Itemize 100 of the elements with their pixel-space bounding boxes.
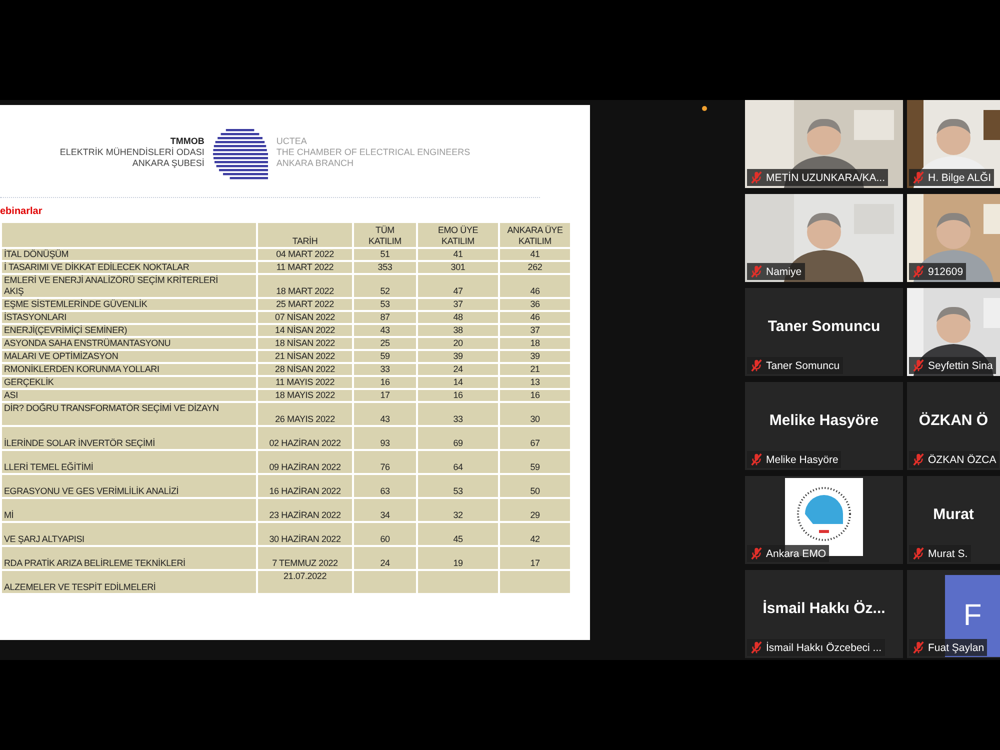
header-cell: EMO ÜYE KATILIM (417, 222, 499, 248)
table-cell: ASI (1, 389, 257, 402)
table-cell: 30 HAZİRAN 2022 (257, 522, 353, 546)
table-cell: 87 (353, 311, 417, 324)
table-cell: 52 (353, 274, 417, 298)
participant-tile[interactable]: Melike Hasyöre Melike Hasyöre (745, 382, 903, 470)
table-cell: 09 HAZİRAN 2022 (257, 450, 353, 474)
participant-tile[interactable]: Murat Murat S. (907, 476, 1000, 564)
participant-tile[interactable]: İsmail Hakkı Öz... İsmail Hakkı Özcebeci ... (745, 570, 903, 658)
table-cell: 39 (417, 350, 499, 363)
table-cell: RMONİKLERDEN KORUNMA YOLLARI (1, 363, 257, 376)
table-cell (353, 570, 417, 594)
participant-name: Murat (933, 506, 974, 522)
participant-tile[interactable]: Namiye (745, 194, 903, 282)
table-cell: 13 (499, 376, 571, 389)
table-cell: 76 (353, 450, 417, 474)
table-cell: 16 HAZİRAN 2022 (257, 474, 353, 498)
participant-name: Taner Somuncu (766, 360, 840, 372)
table-cell: 18 NİSAN 2022 (257, 337, 353, 350)
table-cell: 59 (499, 450, 571, 474)
table-cell: 30 (499, 402, 571, 426)
table-cell: 14 NİSAN 2022 (257, 324, 353, 337)
table-cell: 39 (499, 350, 571, 363)
participant-tile[interactable]: METİN UZUNKARA/KA... (745, 100, 903, 188)
table-cell: 07 NİSAN 2022 (257, 311, 353, 324)
header-cell: TÜM KATILIM (353, 222, 417, 248)
table-cell: LLERİ TEMEL EĞİTİMİ (1, 450, 257, 474)
table-cell: 28 NİSAN 2022 (257, 363, 353, 376)
participant-tile[interactable]: H. Bilge ALĞI (907, 100, 1000, 188)
table-cell: 24 (353, 546, 417, 570)
table-cell: 37 (499, 324, 571, 337)
table-cell: 353 (353, 261, 417, 274)
participant-tile[interactable]: Ankara EMO (745, 476, 903, 564)
participant-tile[interactable]: ÖZKAN Ö ÖZKAN ÖZCA (907, 382, 1000, 470)
table-cell: 21.07.2022 (257, 570, 353, 594)
table-cell: 43 (353, 324, 417, 337)
table-cell: 02 HAZİRAN 2022 (257, 426, 353, 450)
table-cell: 53 (353, 298, 417, 311)
table-cell: 7 TEMMUZ 2022 (257, 546, 353, 570)
table-cell: 45 (417, 522, 499, 546)
participant-name: Melike Hasyöre (769, 412, 879, 428)
participant-name: Seyfettin Sina (928, 360, 993, 372)
table-cell: 262 (499, 261, 571, 274)
table-cell: 04 MART 2022 (257, 248, 353, 261)
participant-tile[interactable]: F Fuat Şaylan (907, 570, 1000, 658)
table-cell: 11 MAYIS 2022 (257, 376, 353, 389)
table-cell: 69 (417, 426, 499, 450)
table-cell: 18 MAYIS 2022 (257, 389, 353, 402)
table-cell: EMLERİ VE ENERJİ ANALİZÖRÜ SEÇİM KRİTERLERİ AKIŞ (1, 274, 257, 298)
participant-name: METİN UZUNKARA/KA... (766, 172, 886, 184)
participant-name: Melike Hasyöre (766, 454, 838, 466)
table-cell: 18 (499, 337, 571, 350)
table-cell: İLERİNDE SOLAR İNVERTÖR SEÇİMİ (1, 426, 257, 450)
table-cell: 37 (417, 298, 499, 311)
table-cell: 25 (353, 337, 417, 350)
table-cell: İSTASYONLARI (1, 311, 257, 324)
table-cell: ASYONDA SAHA ENSTRÜMANTASYONU (1, 337, 257, 350)
table-cell: Mİ (1, 498, 257, 522)
participant-tile[interactable]: 912609 (907, 194, 1000, 282)
table-cell: 29 (499, 498, 571, 522)
table-cell: RDA PRATİK ARIZA BELİRLEME TEKNİKLERİ (1, 546, 257, 570)
table-cell: MALARI VE OPTİMİZASYON (1, 350, 257, 363)
table-cell: 34 (353, 498, 417, 522)
participant-name: ÖZKAN Ö (918, 412, 988, 428)
participant-name: İsmail Hakkı Özcebeci ... (766, 642, 882, 654)
table-cell: 53 (417, 474, 499, 498)
table-cell: 46 (499, 311, 571, 324)
table-cell: DİR? DOĞRU TRANSFORMATÖR SEÇİMİ VE DİZAYN (1, 402, 257, 426)
table-cell: 50 (499, 474, 571, 498)
table-cell: 67 (499, 426, 571, 450)
participant-name: Taner Somuncu (768, 318, 880, 334)
table-cell: 42 (499, 522, 571, 546)
table-cell: İTAL DÖNÜŞÜM (1, 248, 257, 261)
table-cell: 33 (353, 363, 417, 376)
logo-text: ELEKTRİK MÜHENDİSLERİ ODASI (60, 146, 204, 158)
header-cell: ANKARA ÜYE KATILIM (499, 222, 571, 248)
table-cell: 41 (499, 248, 571, 261)
table-cell: 20 (417, 337, 499, 350)
table-cell: EŞME SİSTEMLERİNDE GÜVENLİK (1, 298, 257, 311)
table-cell: 19 (417, 546, 499, 570)
table-cell: 17 (353, 389, 417, 402)
table-cell: GERÇEKLİK (1, 376, 257, 389)
logo-text: TMMOB (169, 136, 204, 146)
table-cell: 63 (353, 474, 417, 498)
table-cell: 48 (417, 311, 499, 324)
table-cell: 16 (499, 389, 571, 402)
table-cell: 301 (417, 261, 499, 274)
participant-name: Namiye (766, 266, 802, 278)
table-cell: 21 (499, 363, 571, 376)
table-cell: 33 (417, 402, 499, 426)
logo-text: THE CHAMBER OF ELECTRICAL ENGINEERS (276, 146, 470, 158)
table-cell: 46 (499, 274, 571, 298)
participant-name: 912609 (928, 266, 964, 278)
participant-tile[interactable]: Seyfettin Sina (907, 288, 1000, 376)
table-cell (499, 570, 571, 594)
table-cell: 41 (417, 248, 499, 261)
table-cell: 51 (353, 248, 417, 261)
table-cell: EGRASYONU VE GES VERİMLİLİK ANALİZİ (1, 474, 257, 498)
participant-tile[interactable]: Taner Somuncu Taner Somuncu (745, 288, 903, 376)
table-cell: 93 (353, 426, 417, 450)
